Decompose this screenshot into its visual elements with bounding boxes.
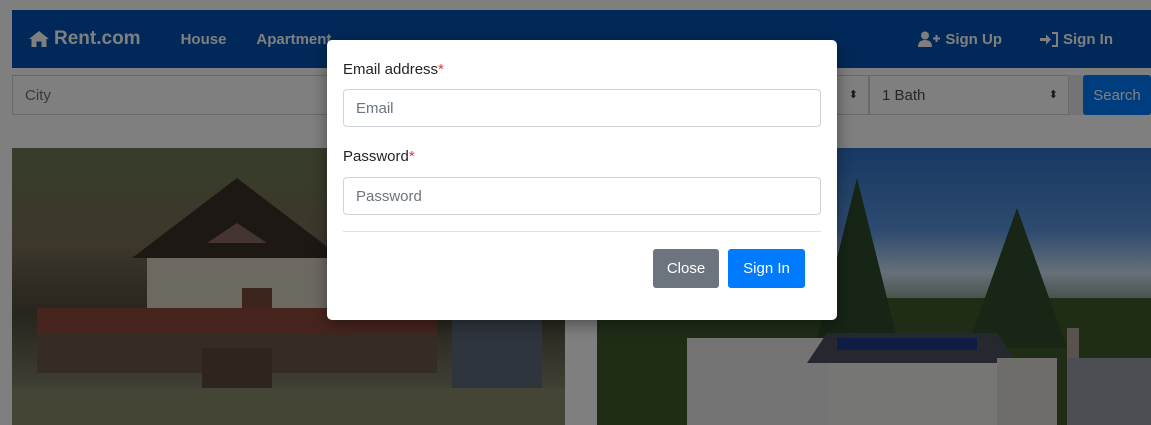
email-label-text: Email address xyxy=(343,61,439,78)
email-label: Email address* xyxy=(343,61,444,78)
email-field[interactable] xyxy=(343,89,821,127)
required-marker: * xyxy=(438,61,444,78)
password-label: Password* xyxy=(343,148,415,165)
required-marker: * xyxy=(408,148,415,165)
password-label-text: Password xyxy=(343,148,409,165)
password-field[interactable] xyxy=(343,177,821,215)
modal-footer-divider xyxy=(343,231,821,232)
sign-in-button[interactable]: Sign In xyxy=(728,249,805,288)
close-button[interactable]: Close xyxy=(653,249,719,288)
sign-in-modal: Email address* Password* Close Sign In xyxy=(327,40,837,320)
